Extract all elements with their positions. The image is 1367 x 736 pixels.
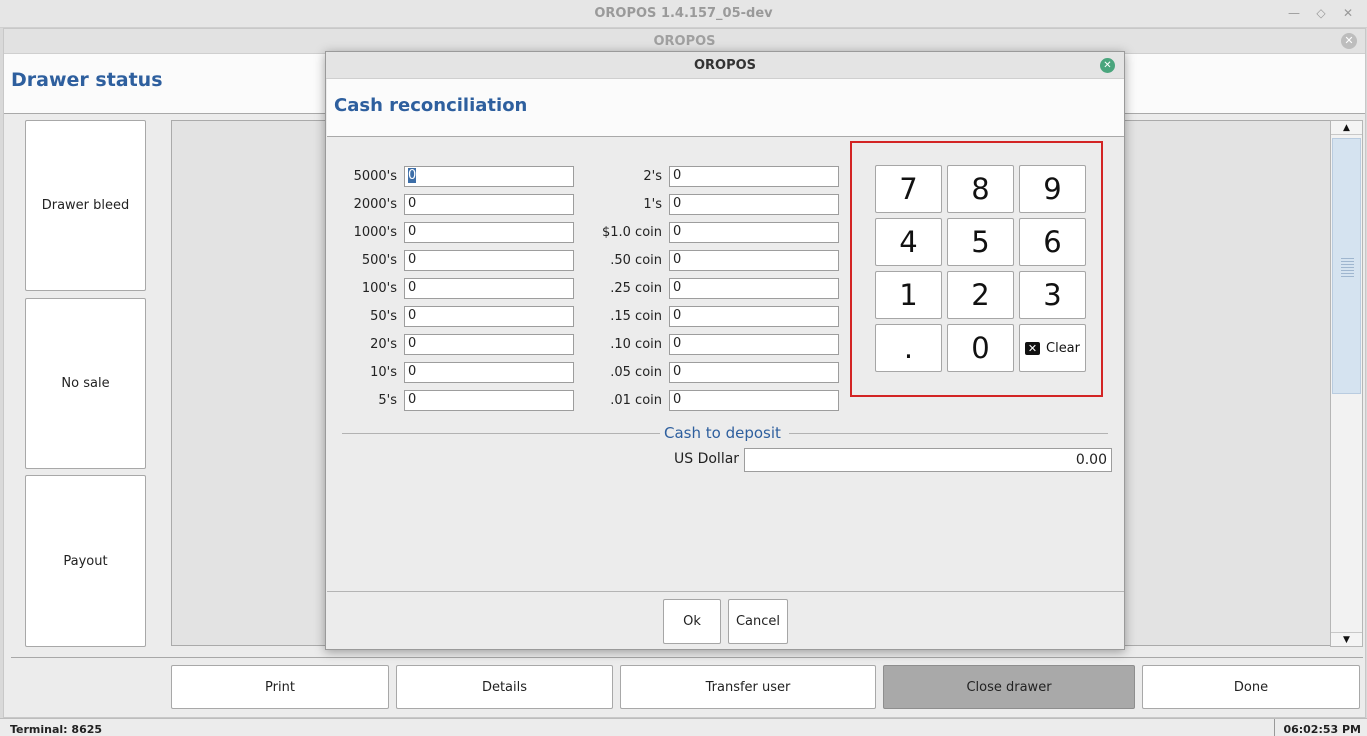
status-bar: Terminal: 8625 06:02:53 PM xyxy=(0,718,1367,736)
dialog-footer-separator xyxy=(327,591,1124,592)
bottom-separator xyxy=(11,657,1363,658)
payout-button[interactable]: Payout xyxy=(25,475,146,647)
bill-input-value: 0 xyxy=(408,168,417,183)
terminal-id: Terminal: 8625 xyxy=(10,723,103,736)
bill-label: 10's xyxy=(370,365,397,380)
coin-label: .50 coin xyxy=(610,253,662,268)
coin-label: 2's xyxy=(643,169,662,184)
dialog-close-icon[interactable]: ✕ xyxy=(1100,58,1115,73)
coin-input[interactable]: 0 xyxy=(669,362,839,383)
numpad-key-9[interactable]: 9 xyxy=(1019,165,1086,213)
dialog-title: OROPOS xyxy=(693,58,757,73)
coin-label: 1's xyxy=(643,197,662,212)
dialog-header: Cash reconciliation xyxy=(327,79,1124,137)
deposit-title: Cash to deposit xyxy=(662,424,783,442)
coin-input[interactable]: 0 xyxy=(669,278,839,299)
bill-label: 100's xyxy=(361,281,397,296)
bill-input[interactable]: 0 xyxy=(404,278,574,299)
details-button[interactable]: Details xyxy=(396,665,613,709)
bill-label: 1000's xyxy=(353,225,397,240)
done-button[interactable]: Done xyxy=(1142,665,1360,709)
bill-input[interactable]: 0 xyxy=(404,250,574,271)
ok-button[interactable]: Ok xyxy=(663,599,721,644)
clear-x-icon: ✕ xyxy=(1025,341,1040,355)
coin-label: $1.0 coin xyxy=(601,225,662,240)
scroll-thumb[interactable] xyxy=(1332,138,1361,394)
coin-input[interactable]: 0 xyxy=(669,194,839,215)
deposit-divider-left xyxy=(342,433,660,434)
deposit-amount-field[interactable]: 0.00 xyxy=(744,448,1112,472)
coin-input[interactable]: 0 xyxy=(669,390,839,411)
dialog-heading: Cash reconciliation xyxy=(334,95,528,116)
coin-input[interactable]: 0 xyxy=(669,306,839,327)
app-close-icon[interactable]: ✕ xyxy=(1341,33,1357,49)
coin-input[interactable]: 0 xyxy=(669,166,839,187)
app-window-title: OROPOS xyxy=(653,34,716,49)
numpad-clear-button[interactable]: ✕ Clear xyxy=(1019,324,1086,372)
numpad-key-0[interactable]: 0 xyxy=(947,324,1014,372)
bill-label: 5000's xyxy=(353,169,397,184)
bill-label: 500's xyxy=(361,253,397,268)
numpad-key-5[interactable]: 5 xyxy=(947,218,1014,266)
bill-label: 20's xyxy=(370,337,397,352)
coin-input[interactable]: 0 xyxy=(669,222,839,243)
print-button[interactable]: Print xyxy=(171,665,389,709)
coin-label: .05 coin xyxy=(610,365,662,380)
clock: 06:02:53 PM xyxy=(1274,719,1367,736)
coin-input[interactable]: 0 xyxy=(669,250,839,271)
numpad-key-1[interactable]: 1 xyxy=(875,271,942,319)
coin-label: .10 coin xyxy=(610,337,662,352)
no-sale-button[interactable]: No sale xyxy=(25,298,146,469)
deposit-divider-right xyxy=(789,433,1108,434)
clear-label: Clear xyxy=(1046,340,1080,356)
cancel-button[interactable]: Cancel xyxy=(728,599,788,644)
bill-input[interactable]: 0 xyxy=(404,306,574,327)
os-titlebar: OROPOS 1.4.157_05-dev — ◇ ✕ xyxy=(0,0,1367,28)
currency-label: US Dollar xyxy=(674,451,740,467)
dialog-titlebar: OROPOS ✕ xyxy=(326,52,1124,79)
coin-label: .15 coin xyxy=(610,309,662,324)
coin-label: .25 coin xyxy=(610,281,662,296)
drawer-bleed-button[interactable]: Drawer bleed xyxy=(25,120,146,291)
coin-input[interactable]: 0 xyxy=(669,334,839,355)
bill-input[interactable]: 0 xyxy=(404,362,574,383)
scroll-down-icon[interactable]: ▼ xyxy=(1331,632,1362,646)
transfer-user-button[interactable]: Transfer user xyxy=(620,665,876,709)
vertical-scrollbar[interactable]: ▲ ▼ xyxy=(1330,120,1363,647)
numpad-key-7[interactable]: 7 xyxy=(875,165,942,213)
bill-label: 5's xyxy=(378,393,397,408)
bill-input[interactable]: 0 xyxy=(404,222,574,243)
bill-label: 50's xyxy=(370,309,397,324)
close-drawer-button[interactable]: Close drawer xyxy=(883,665,1135,709)
numpad-key-8[interactable]: 8 xyxy=(947,165,1014,213)
scroll-grip-icon xyxy=(1341,257,1354,277)
bill-input[interactable]: 0 xyxy=(404,334,574,355)
bill-input[interactable]: 0 xyxy=(404,166,574,187)
minimize-icon[interactable]: — xyxy=(1285,4,1303,22)
cash-reconciliation-dialog: OROPOS ✕ Cash reconciliation 5000's 0 20… xyxy=(325,51,1125,650)
bill-label: 2000's xyxy=(353,197,397,212)
numpad-key-dot[interactable]: . xyxy=(875,324,942,372)
restore-icon[interactable]: ◇ xyxy=(1312,4,1330,22)
os-window-title: OROPOS 1.4.157_05-dev xyxy=(594,6,773,21)
bill-input[interactable]: 0 xyxy=(404,390,574,411)
numpad-key-4[interactable]: 4 xyxy=(875,218,942,266)
coin-label: .01 coin xyxy=(610,393,662,408)
close-window-icon[interactable]: ✕ xyxy=(1339,4,1357,22)
page-title: Drawer status xyxy=(11,69,163,91)
bill-input[interactable]: 0 xyxy=(404,194,574,215)
numpad-key-3[interactable]: 3 xyxy=(1019,271,1086,319)
numpad: 7 8 9 4 5 6 1 2 3 . 0 ✕ Clear xyxy=(850,141,1103,397)
numpad-key-6[interactable]: 6 xyxy=(1019,218,1086,266)
numpad-key-2[interactable]: 2 xyxy=(947,271,1014,319)
scroll-up-icon[interactable]: ▲ xyxy=(1331,121,1362,135)
